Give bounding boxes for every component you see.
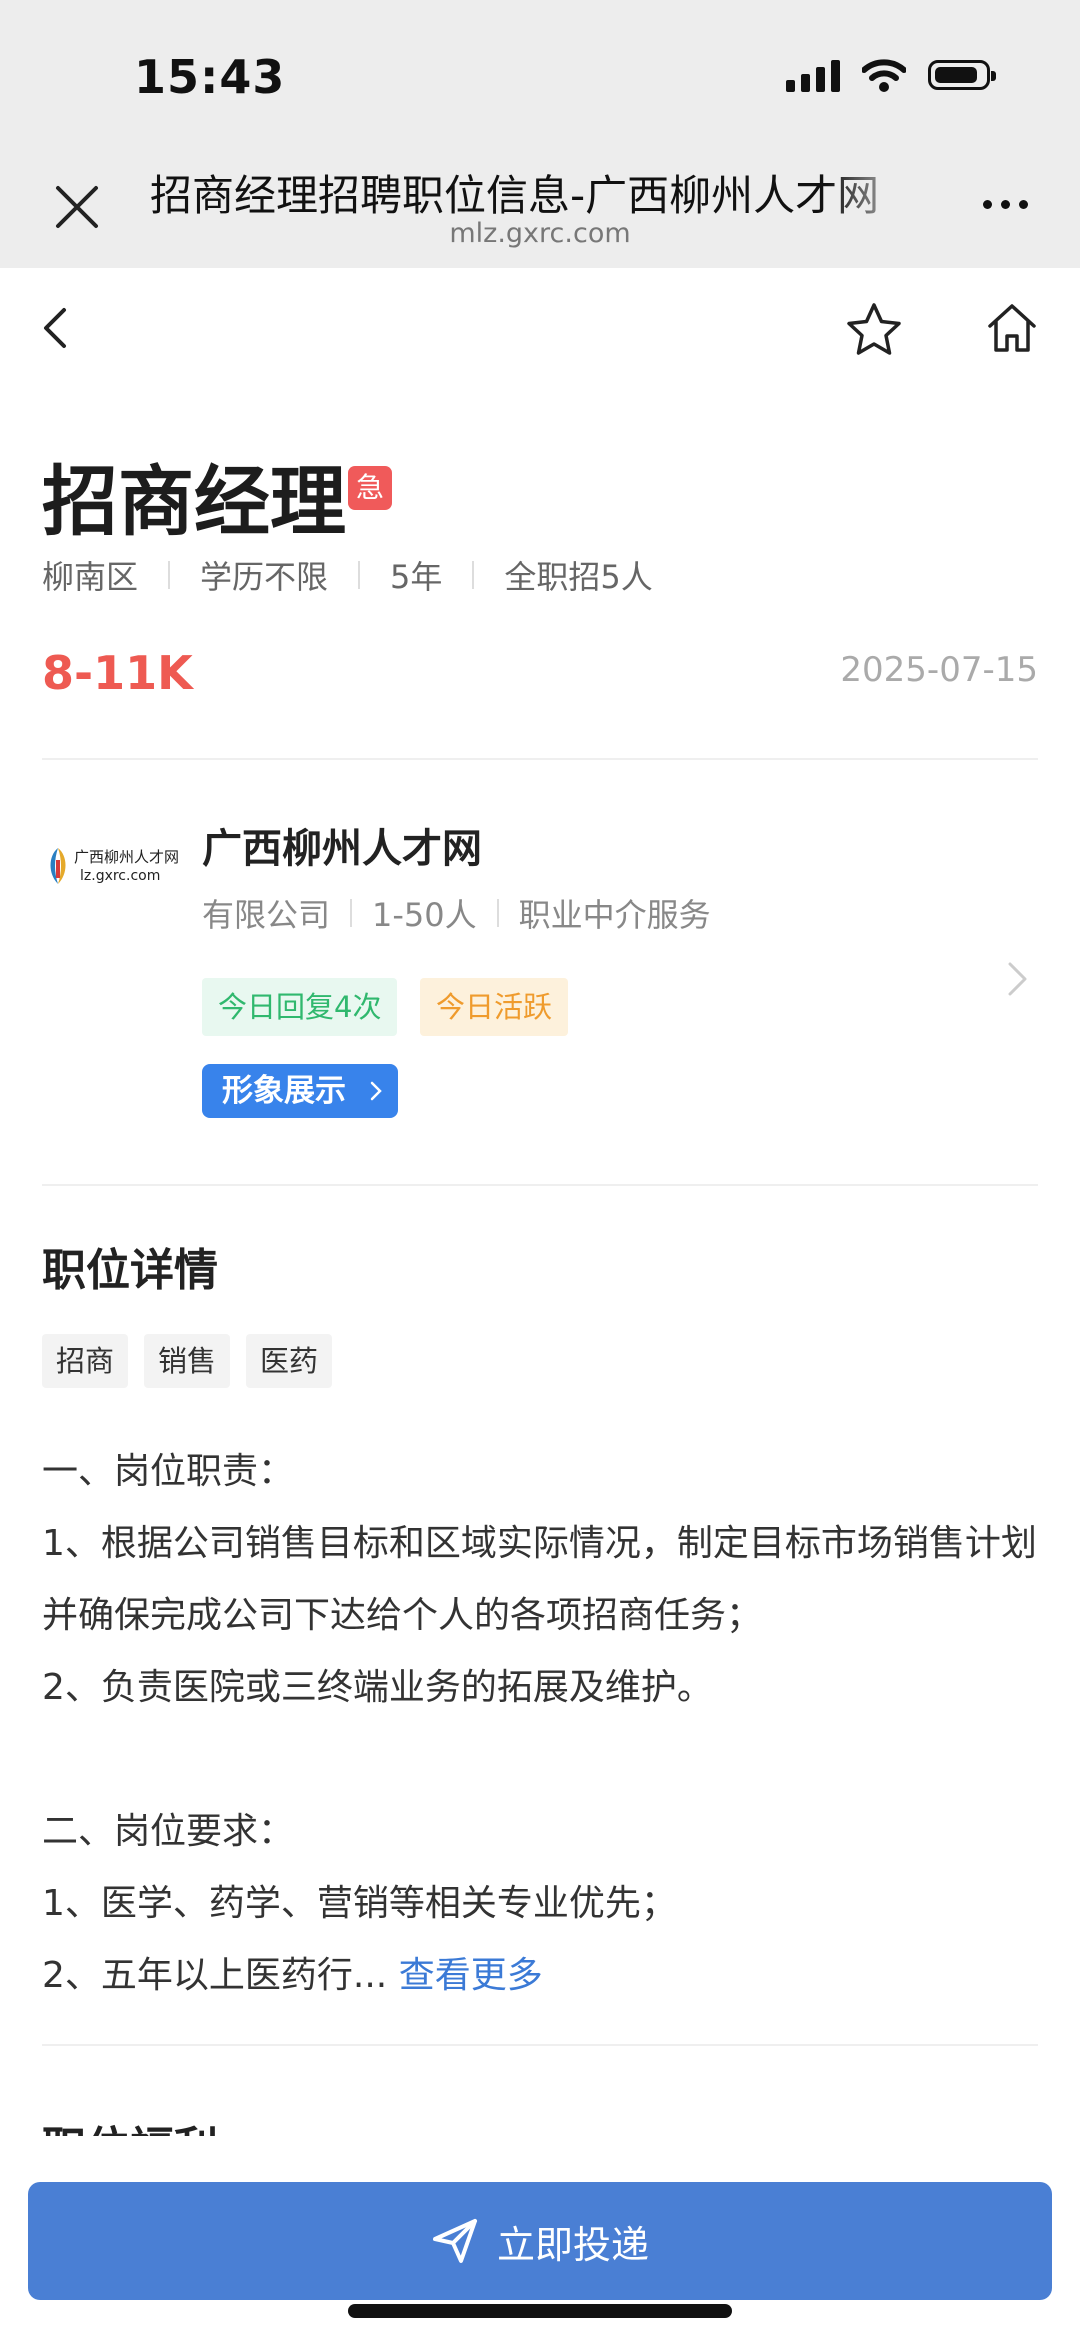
company-image-label: 形象展示 bbox=[222, 1073, 346, 1109]
status-icons bbox=[786, 58, 996, 92]
job-details-title: 职位详情 bbox=[42, 1245, 218, 1296]
see-more-link[interactable]: 查看更多 bbox=[399, 1955, 543, 1996]
job-description-text: 一、岗位职责： 1、根据公司销售目标和区域实际情况，制定目标市场销售计划并确保完… bbox=[42, 1451, 1037, 1996]
reply-count-tag: 今日回复4次 bbox=[202, 978, 398, 1036]
section-divider bbox=[42, 1184, 1038, 1186]
chevron-right-icon bbox=[370, 1081, 382, 1101]
divider bbox=[472, 561, 475, 589]
section-divider bbox=[42, 2044, 1038, 2046]
logo-url: lz.gxrc.com bbox=[80, 868, 161, 884]
job-meta: 柳南区 学历不限 5年 全职招5人 bbox=[42, 552, 653, 598]
job-experience: 5年 bbox=[390, 558, 443, 596]
logo-text: 广西柳州人才网 bbox=[74, 848, 180, 866]
send-icon bbox=[432, 2219, 477, 2263]
cellular-signal-icon bbox=[786, 58, 840, 92]
salary: 8-11K bbox=[42, 646, 193, 700]
battery-icon bbox=[928, 60, 996, 90]
company-meta: 有限公司 1-50人 职业中介服务 bbox=[202, 890, 711, 936]
divider bbox=[350, 899, 353, 927]
publish-date: 2025-07-15 bbox=[840, 650, 1038, 690]
job-location: 柳南区 bbox=[42, 558, 139, 596]
company-logo: 广西柳州人才网 lz.gxrc.com bbox=[44, 842, 179, 894]
active-today-tag: 今日活跃 bbox=[420, 978, 569, 1036]
company-name: 广西柳州人才网 bbox=[202, 826, 482, 872]
logo-mark-icon bbox=[50, 848, 66, 884]
company-industry: 职业中介服务 bbox=[518, 896, 711, 934]
more-options-icon[interactable] bbox=[983, 200, 1028, 209]
company-image-button[interactable]: 形象展示 bbox=[202, 1064, 398, 1118]
skill-tags: 招商 销售 医药 bbox=[42, 1334, 333, 1388]
browser-page-title: 招商经理招聘职位信息-广西柳州人才网 bbox=[150, 171, 880, 220]
chevron-right-icon[interactable] bbox=[1006, 960, 1030, 998]
company-size: 1-50人 bbox=[372, 896, 477, 934]
wifi-icon bbox=[862, 59, 906, 92]
apply-button-label: 立即投递 bbox=[496, 2222, 649, 2267]
job-title: 招商经理 bbox=[42, 457, 346, 546]
browser-chrome: 15:43 招商经理招聘职位信息-广西柳州人才网 mlz.gxrc.com bbox=[0, 0, 1080, 268]
company-type: 有限公司 bbox=[202, 896, 331, 934]
skill-tag: 医药 bbox=[246, 1334, 333, 1388]
skill-tag: 销售 bbox=[144, 1334, 231, 1388]
apply-button[interactable]: 立即投递 bbox=[28, 2182, 1052, 2300]
job-education: 学历不限 bbox=[200, 558, 329, 596]
divider bbox=[168, 561, 171, 589]
job-description: 一、岗位职责： 1、根据公司销售目标和区域实际情况，制定目标市场销售计划并确保完… bbox=[42, 1436, 1042, 2012]
browser-url: mlz.gxrc.com bbox=[449, 218, 631, 249]
home-indicator[interactable] bbox=[348, 2304, 732, 2318]
back-icon[interactable] bbox=[40, 306, 70, 350]
status-time: 15:43 bbox=[134, 50, 286, 104]
divider bbox=[358, 561, 361, 589]
job-type-headcount: 全职招5人 bbox=[504, 558, 653, 596]
skill-tag: 招商 bbox=[42, 1334, 129, 1388]
urgent-badge: 急 bbox=[348, 466, 392, 510]
favorite-star-icon[interactable] bbox=[844, 300, 904, 360]
divider bbox=[496, 899, 499, 927]
home-icon[interactable] bbox=[984, 300, 1040, 356]
section-divider bbox=[42, 758, 1038, 760]
